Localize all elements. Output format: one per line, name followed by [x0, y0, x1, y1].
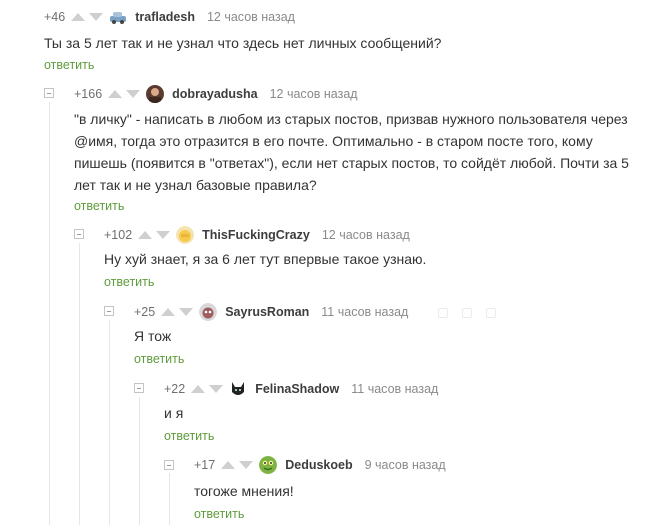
collapse-thread-button[interactable]	[44, 88, 54, 98]
comment-rating: +166	[74, 87, 103, 101]
upvote-icon[interactable]	[221, 461, 236, 469]
comment-rating: +17	[194, 458, 216, 472]
portrait-avatar-icon[interactable]	[146, 85, 165, 103]
comment-text: "в личку" - написать в любом из старых п…	[74, 111, 629, 193]
comment-tools	[438, 308, 496, 318]
collapse-thread-button[interactable]	[164, 460, 174, 470]
comment-author[interactable]: Deduskoeb	[285, 458, 352, 472]
thread-line	[139, 397, 140, 525]
comment-rating: +102	[104, 228, 133, 242]
black-cat-avatar-icon[interactable]	[229, 380, 247, 398]
comment-rating: +46	[44, 10, 66, 24]
car-avatar-icon[interactable]	[109, 8, 127, 26]
thread-line	[169, 473, 170, 525]
comment-rating: +22	[164, 382, 186, 396]
comment-author[interactable]: SayrusRoman	[225, 305, 309, 319]
share-icon[interactable]	[462, 308, 472, 318]
thread-line	[79, 243, 80, 525]
upvote-icon[interactable]	[71, 13, 86, 21]
reply-link[interactable]: ответить	[74, 199, 124, 213]
comment-text: Ты за 5 лет так и не узнал что здесь нет…	[44, 35, 442, 51]
thread-line	[49, 102, 50, 525]
comment-rating: +25	[134, 305, 156, 319]
comment-time[interactable]: 12 часов назад	[322, 228, 410, 242]
downvote-icon[interactable]	[179, 308, 194, 316]
upvote-icon[interactable]	[108, 90, 123, 98]
collapse-thread-button[interactable]	[74, 229, 84, 239]
reply-link[interactable]: ответить	[164, 429, 214, 443]
downvote-icon[interactable]	[239, 461, 254, 469]
downvote-icon[interactable]	[156, 231, 171, 239]
comment-text: Я тож	[134, 328, 172, 344]
save-icon[interactable]	[438, 308, 448, 318]
comment-author[interactable]: ThisFuckingCrazy	[202, 228, 310, 242]
downvote-icon[interactable]	[89, 13, 104, 21]
thread-line	[109, 320, 110, 525]
reply-link[interactable]: ответить	[194, 507, 244, 521]
comment-author[interactable]: trafladesh	[135, 10, 195, 24]
comment-author[interactable]: dobrayadusha	[172, 87, 257, 101]
comment-text: Ну хуй знает, я за 6 лет тут впервые так…	[104, 251, 427, 267]
collapse-thread-button[interactable]	[104, 306, 114, 316]
upvote-icon[interactable]	[191, 385, 206, 393]
upvote-icon[interactable]	[161, 308, 176, 316]
comment-text: и я	[164, 405, 184, 421]
upvote-icon[interactable]	[138, 231, 153, 239]
facepalm-avatar-icon[interactable]	[176, 226, 195, 244]
comment-time[interactable]: 11 часов назад	[351, 382, 438, 396]
comment-time[interactable]: 12 часов назад	[207, 10, 295, 24]
reply-link[interactable]: ответить	[134, 352, 184, 366]
comment-text: тогоже мнения!	[194, 483, 294, 499]
more-icon[interactable]	[486, 308, 496, 318]
downvote-icon[interactable]	[126, 90, 141, 98]
cat-avatar-icon[interactable]	[199, 303, 218, 321]
reply-link[interactable]: ответить	[44, 58, 94, 72]
downvote-icon[interactable]	[209, 385, 224, 393]
comment-time[interactable]: 9 часов назад	[365, 458, 446, 472]
collapse-thread-button[interactable]	[134, 383, 144, 393]
frog-avatar-icon[interactable]	[259, 456, 278, 474]
comment-author[interactable]: FelinaShadow	[255, 382, 339, 396]
comment-time[interactable]: 12 часов назад	[270, 87, 358, 101]
comment-time[interactable]: 11 часов назад	[321, 305, 408, 319]
reply-link[interactable]: ответить	[104, 275, 154, 289]
